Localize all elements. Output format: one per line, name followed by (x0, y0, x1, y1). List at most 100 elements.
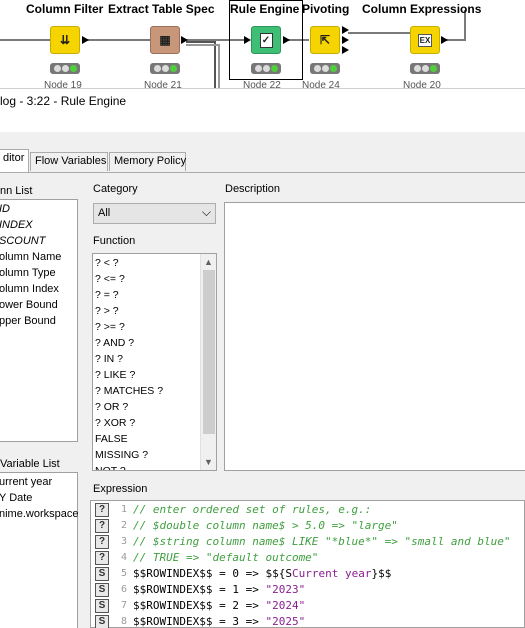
output-port[interactable] (181, 36, 188, 44)
extract-table-spec-node[interactable]: ▦ (150, 26, 180, 54)
node-title-extract-table-spec: Extract Table Spec (108, 2, 215, 16)
editor-line[interactable]: ? 1 // enter ordered set of rules, e.g.: (91, 502, 525, 518)
function-item[interactable]: NOT ? (93, 463, 216, 470)
rule-flowvar-prefix: $${S (265, 567, 292, 580)
rule-arrow: => (238, 583, 266, 596)
line-number: 4 (120, 552, 127, 563)
node-status-lights (410, 63, 440, 74)
code-rule: $$ROWINDEX$$ = 0 => $${SCurrent year}$$ (133, 566, 391, 582)
scroll-up-icon[interactable]: ▲ (201, 255, 216, 269)
gutter-s-icon: S (95, 567, 109, 581)
list-item[interactable]: Y Date (0, 490, 77, 506)
output-port[interactable] (82, 36, 89, 44)
dialog-title-bar: log - 3:22 - Rule Engine (0, 88, 525, 132)
tab-rule-editor[interactable]: ditor (0, 149, 29, 172)
column-expressions-node[interactable]: EX (410, 26, 440, 54)
node-status-lights (50, 63, 80, 74)
list-item[interactable]: ower Bound (0, 297, 77, 313)
rule-flowvar-name: Current year (291, 567, 372, 580)
workflow-canvas[interactable]: Column Filter ⇊ Node 19 Extract Table Sp… (0, 0, 525, 91)
category-select[interactable]: All ⌵ (93, 203, 216, 224)
rule-number: 0 (232, 567, 239, 580)
code-comment: // $string column name$ LIKE "*blue*" =>… (133, 535, 511, 548)
function-item[interactable]: ? < ? (93, 255, 216, 271)
function-item[interactable]: ? <= ? (93, 271, 216, 287)
connection-wire (218, 46, 220, 88)
code-comment: // TRUE => "default outcome" (133, 551, 319, 564)
editor-line[interactable]: S 6 $$ROWINDEX$$ = 1 => "2023" (91, 582, 525, 598)
function-item[interactable]: FALSE (93, 431, 216, 447)
rule-check-icon: ✓ (259, 32, 273, 48)
line-number: 2 (120, 520, 127, 531)
column-filter-node[interactable]: ⇊ (50, 26, 80, 54)
line-number: 6 (120, 584, 127, 595)
connection-wire (186, 41, 214, 43)
function-item[interactable]: ? IN ? (93, 351, 216, 367)
node-title-column-expressions: Column Expressions (362, 2, 482, 16)
scrollbar-thumb[interactable] (203, 270, 215, 434)
list-item[interactable]: nime.workspace (0, 506, 78, 522)
gutter-s-icon: S (95, 615, 109, 628)
editor-line[interactable]: ? 3 // $string column name$ LIKE "*blue*… (91, 534, 525, 550)
input-port[interactable] (244, 36, 251, 44)
function-item[interactable]: ? MATCHES ? (93, 383, 216, 399)
connection-wire (85, 39, 150, 41)
flow-variable-list[interactable]: urrent year Y Date nime.workspace (0, 472, 78, 628)
editor-line[interactable]: ? 2 // $double column name$ > 5.0 => "la… (91, 518, 525, 534)
tab-bar: ditor Flow Variables Memory Policy (0, 132, 525, 172)
function-item[interactable]: ? > ? (93, 303, 216, 319)
expression-editor[interactable]: ? 1 // enter ordered set of rules, e.g.:… (90, 500, 525, 628)
connection-wire (348, 32, 410, 34)
list-item[interactable]: INDEX (0, 217, 77, 233)
rule-string: "2025" (265, 615, 306, 628)
output-port[interactable] (441, 36, 448, 44)
rule-flowvar-suffix: }$$ (371, 567, 392, 580)
function-item[interactable]: MISSING ? (93, 447, 216, 463)
function-label: Function (93, 235, 136, 247)
scroll-down-icon[interactable]: ▼ (201, 455, 216, 469)
editor-line[interactable]: S 5 $$ROWINDEX$$ = 0 => $${SCurrent year… (91, 566, 525, 582)
description-label: Description (225, 183, 281, 195)
output-port[interactable] (342, 26, 349, 34)
gutter-question-icon: ? (95, 551, 109, 565)
gutter-question-icon: ? (95, 519, 109, 533)
function-item[interactable]: ? >= ? (93, 319, 216, 335)
code-rule: $$ROWINDEX$$ = 3 => "2025" (133, 614, 305, 628)
function-item[interactable]: ? = ? (93, 287, 216, 303)
pivoting-node[interactable]: ⇱ (310, 26, 340, 54)
rule-string: "2024" (265, 599, 306, 612)
list-item[interactable]: urrent year (0, 474, 77, 490)
gutter-question-icon: ? (95, 503, 109, 517)
list-item[interactable]: olumn Index (0, 281, 77, 297)
output-port[interactable] (342, 36, 349, 44)
line-number: 1 (120, 504, 127, 515)
tab-memory-policy[interactable]: Memory Policy (109, 152, 186, 171)
function-item[interactable]: ? AND ? (93, 335, 216, 351)
column-list-header: nn List (0, 185, 33, 197)
list-item[interactable]: ID (0, 201, 77, 217)
output-port[interactable] (283, 36, 290, 44)
rule-arrow: => (238, 567, 266, 580)
flow-variable-list-header: Variable List (0, 458, 60, 470)
list-item[interactable]: pper Bound (0, 313, 77, 329)
function-item[interactable]: ? XOR ? (93, 415, 216, 431)
node-status-lights (251, 63, 281, 74)
function-scrollbar[interactable]: ▲ ▼ (200, 254, 216, 470)
editor-line[interactable]: ? 4 // TRUE => "default outcome" (91, 550, 525, 566)
output-port[interactable] (342, 46, 349, 54)
chevron-down-icon: ⌵ (201, 205, 211, 219)
tab-flow-variables[interactable]: Flow Variables (30, 152, 108, 171)
column-list[interactable]: ID INDEX SCOUNT olumn Name olumn Type ol… (0, 199, 78, 442)
editor-line[interactable]: S 7 $$ROWINDEX$$ = 2 => "2024" (91, 598, 525, 614)
list-item[interactable]: SCOUNT (0, 233, 77, 249)
function-item[interactable]: ? OR ? (93, 399, 216, 415)
editor-line[interactable]: S 8 $$ROWINDEX$$ = 3 => "2025" (91, 614, 525, 628)
function-list[interactable]: ? < ? ? <= ? ? = ? ? > ? ? >= ? ? AND ? … (92, 253, 217, 471)
filter-icon: ⇊ (59, 33, 71, 47)
function-item[interactable]: ? LIKE ? (93, 367, 216, 383)
list-item[interactable]: olumn Name (0, 249, 77, 265)
expression-label: Expression (93, 483, 148, 495)
rule-engine-node[interactable]: ✓ (251, 26, 281, 54)
list-item[interactable]: olumn Type (0, 265, 77, 281)
rule-arrow: => (238, 615, 266, 628)
